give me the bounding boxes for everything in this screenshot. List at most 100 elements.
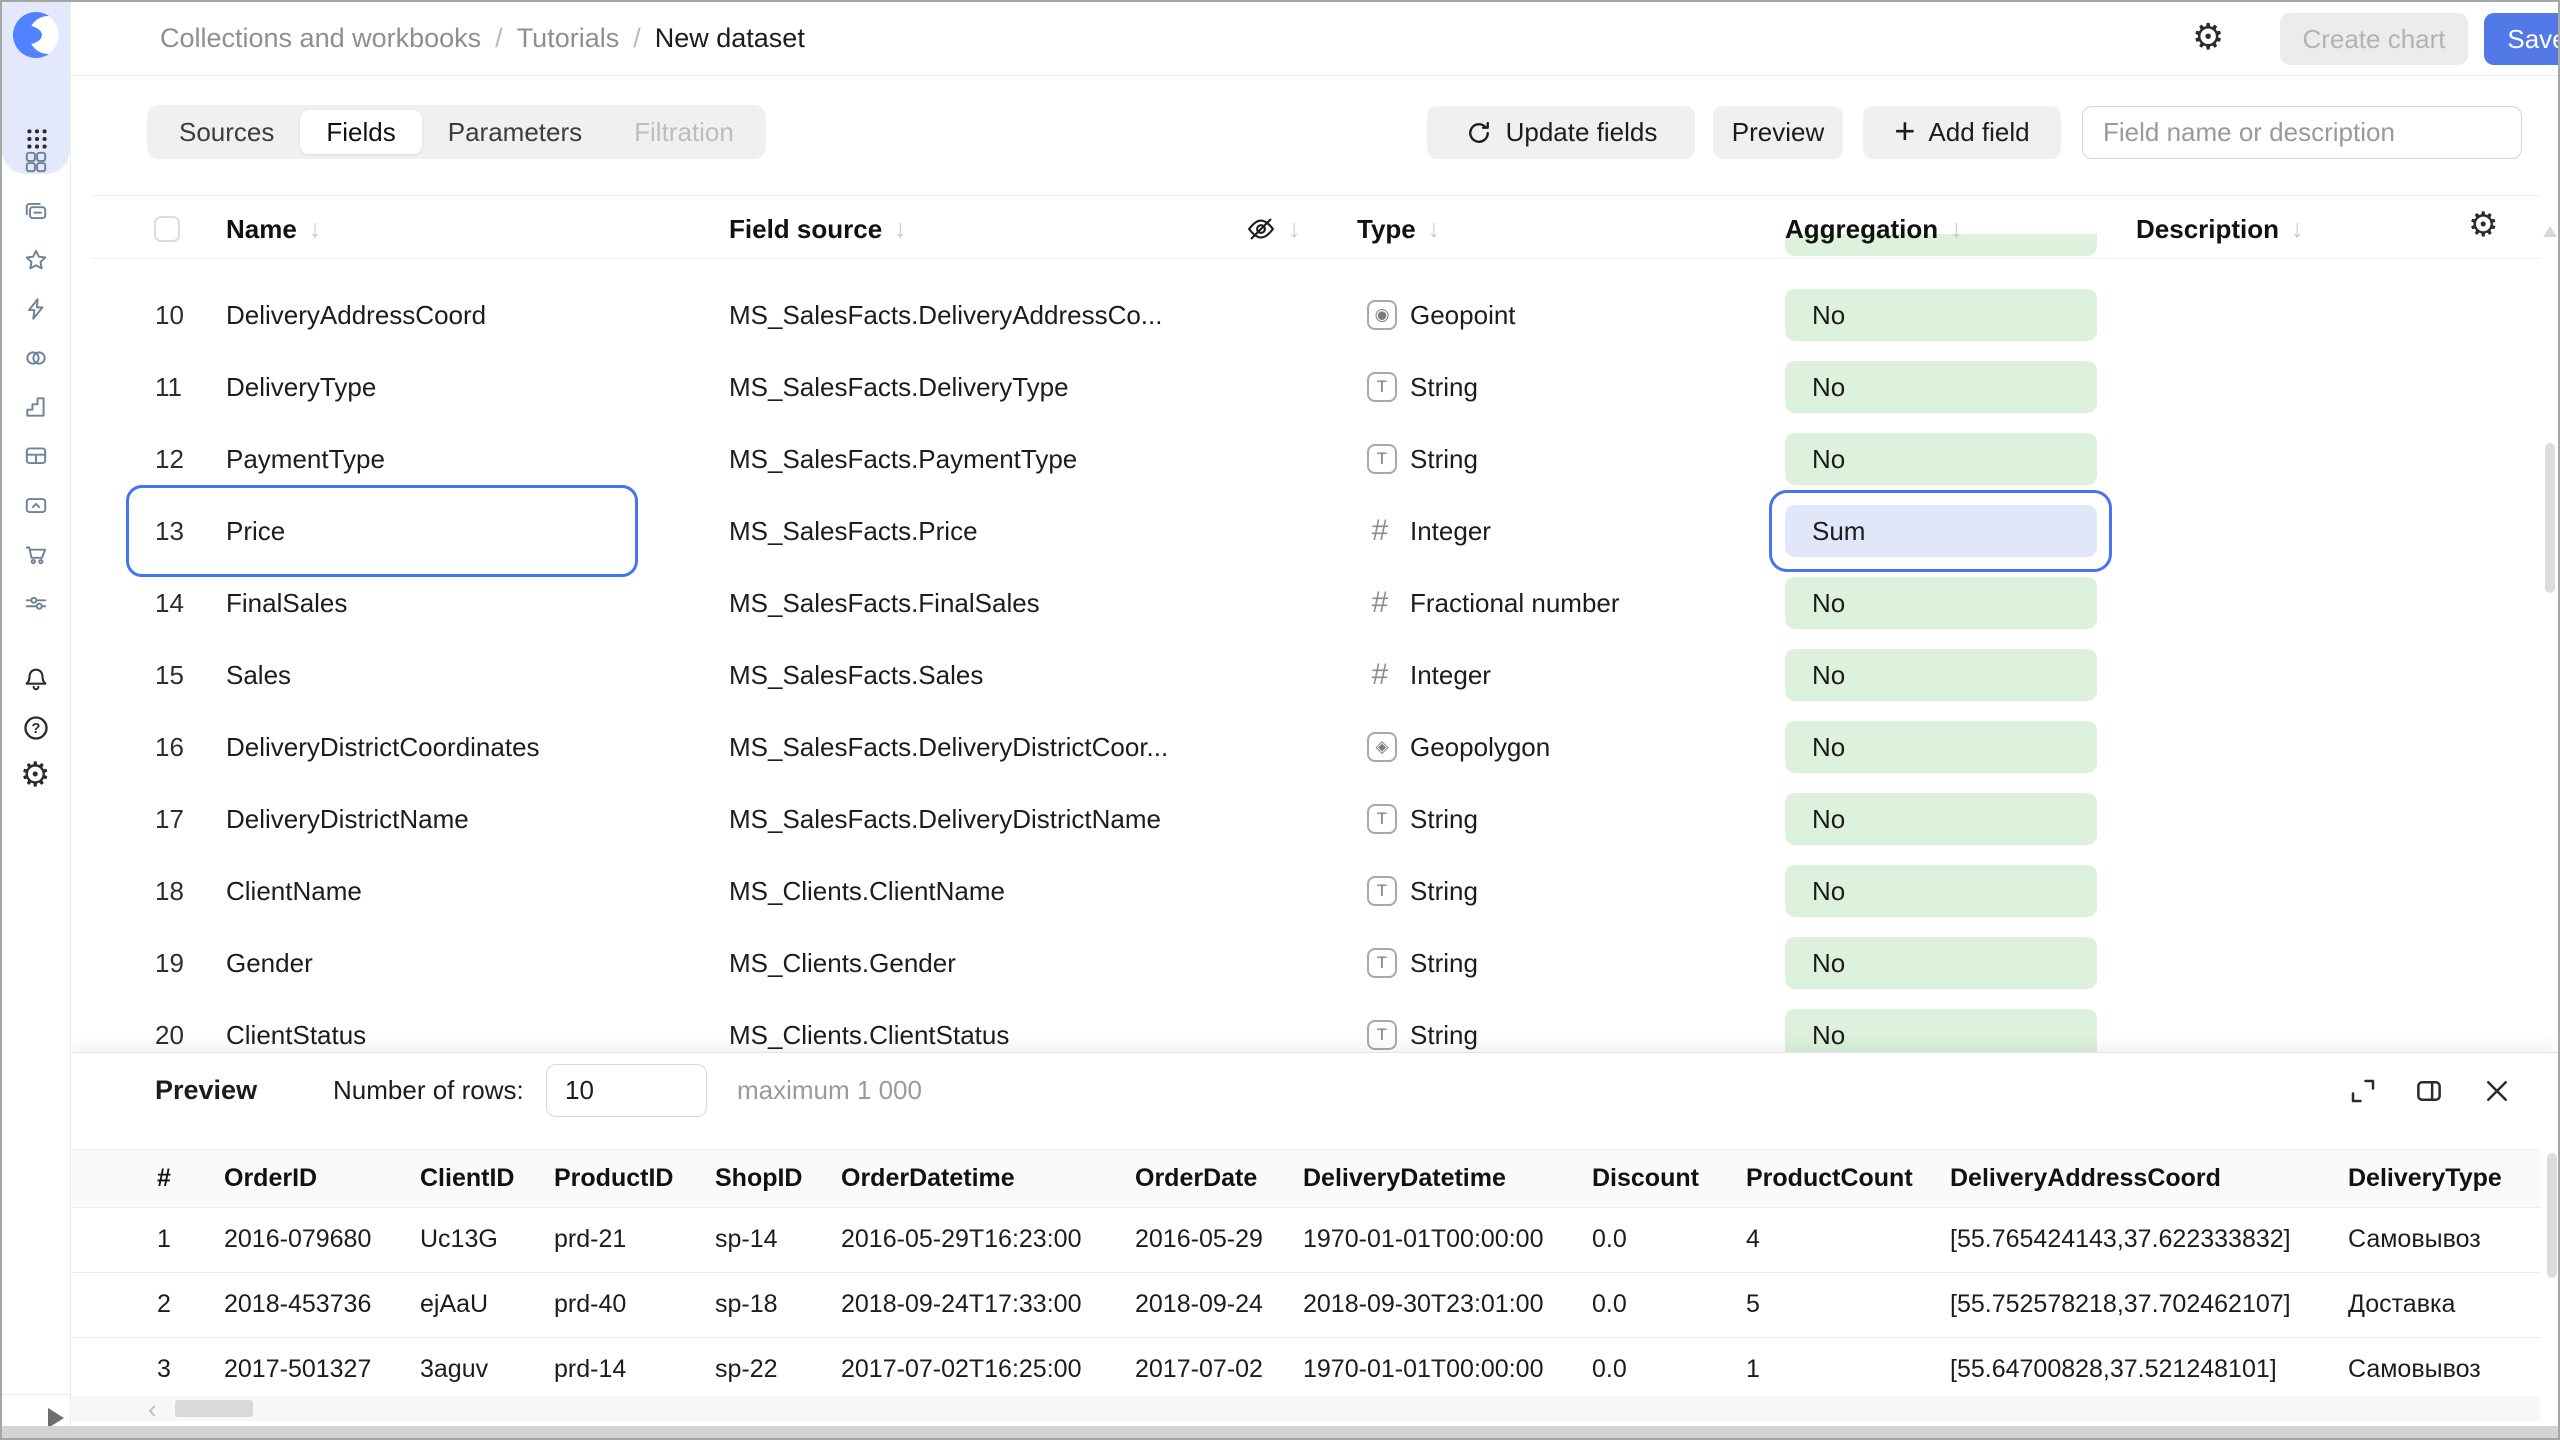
- field-type-label[interactable]: String: [1410, 351, 1478, 423]
- tab-parameters[interactable]: Parameters: [422, 110, 608, 154]
- field-name[interactable]: Gender: [226, 927, 313, 999]
- sort-arrow-icon[interactable]: ↓: [2291, 215, 2304, 244]
- aggregation-pill[interactable]: No: [1785, 865, 2097, 917]
- close-icon[interactable]: [2482, 1076, 2512, 1106]
- field-type-label[interactable]: String: [1410, 855, 1478, 927]
- field-row[interactable]: 14 FinalSales MS_SalesFacts.FinalSales #…: [70, 567, 2540, 639]
- breadcrumb-collections[interactable]: Collections and workbooks: [160, 23, 481, 54]
- play-expand-icon[interactable]: [48, 1408, 64, 1428]
- column-header-field-source[interactable]: Field source ↓: [729, 207, 907, 251]
- field-row[interactable]: 15 Sales MS_SalesFacts.Sales # Integer N…: [70, 639, 2540, 711]
- select-all-checkbox[interactable]: [154, 216, 180, 242]
- aggregation-pill[interactable]: No: [1785, 649, 2097, 701]
- breadcrumb-tutorials[interactable]: Tutorials: [517, 23, 620, 54]
- table-grid-icon[interactable]: [23, 443, 49, 469]
- field-type-icon: ◈: [1367, 732, 1397, 762]
- lightning-icon[interactable]: [23, 296, 49, 322]
- field-type-label[interactable]: String: [1410, 423, 1478, 495]
- table-settings-gear-icon[interactable]: ⚙: [2468, 208, 2498, 242]
- update-fields-label: Update fields: [1506, 117, 1658, 148]
- expand-icon[interactable]: [2348, 1076, 2378, 1106]
- field-row-number: 15: [155, 639, 184, 711]
- column-header-aggregation[interactable]: Aggregation ↓: [1785, 207, 1963, 251]
- preview-vertical-scrollbar-thumb[interactable]: [2547, 1153, 2557, 1278]
- field-row[interactable]: 17 DeliveryDistrictName MS_SalesFacts.De…: [70, 783, 2540, 855]
- field-type-label[interactable]: Geopoint: [1410, 279, 1516, 351]
- aggregation-pill[interactable]: Sum: [1785, 505, 2097, 557]
- column-header-hidden[interactable]: ↓: [1246, 207, 1301, 251]
- scroll-left-arrow-icon[interactable]: ‹: [148, 1394, 157, 1425]
- field-type-label[interactable]: Integer: [1410, 495, 1491, 567]
- field-name[interactable]: DeliveryType: [226, 351, 376, 423]
- tab-fields[interactable]: Fields: [300, 110, 421, 154]
- aggregation-pill[interactable]: No: [1785, 433, 2097, 485]
- field-name[interactable]: FinalSales: [226, 567, 347, 639]
- dataset-settings-gear-icon[interactable]: ⚙: [2192, 19, 2224, 55]
- field-name[interactable]: DeliveryDistrictCoordinates: [226, 711, 540, 783]
- bar-chart-icon[interactable]: [23, 394, 49, 420]
- fields-vertical-scrollbar-thumb[interactable]: [2545, 443, 2555, 593]
- sort-arrow-icon[interactable]: ↓: [1428, 215, 1441, 244]
- sort-arrow-icon[interactable]: ↓: [1950, 215, 1963, 244]
- field-search-input[interactable]: [2082, 106, 2522, 159]
- field-row[interactable]: 18 ClientName MS_Clients.ClientName T St…: [70, 855, 2540, 927]
- folders-icon[interactable]: [23, 198, 49, 224]
- field-row[interactable]: 10 DeliveryAddressCoord MS_SalesFacts.De…: [70, 279, 2540, 351]
- field-source: MS_SalesFacts.DeliveryDistrictName: [729, 783, 1161, 855]
- datalens-dataset-editor: ? ⚙ Collections and workbooks / Tutorial…: [0, 0, 2560, 1440]
- field-row[interactable]: 11 DeliveryType MS_SalesFacts.DeliveryTy…: [70, 351, 2540, 423]
- sliders-icon[interactable]: [23, 590, 49, 616]
- question-help-icon[interactable]: ?: [22, 714, 50, 742]
- window-bottom-scrollbar[interactable]: [2, 1426, 2558, 1438]
- scroll-up-arrow-icon[interactable]: [2543, 226, 2557, 237]
- tiles-icon[interactable]: [23, 149, 49, 175]
- datalens-logo-icon[interactable]: [13, 12, 59, 58]
- bell-icon[interactable]: [22, 665, 50, 693]
- column-header-type[interactable]: Type ↓: [1357, 207, 1440, 251]
- settings-gear-icon[interactable]: ⚙: [20, 758, 50, 792]
- field-row[interactable]: 13 Price MS_SalesFacts.Price # Integer S…: [70, 495, 2540, 567]
- preview-cell: 4: [1746, 1207, 1760, 1272]
- field-name[interactable]: Sales: [226, 639, 291, 711]
- column-header-name[interactable]: Name ↓: [226, 207, 321, 251]
- tab-sources[interactable]: Sources: [153, 110, 300, 154]
- aggregation-pill[interactable]: No: [1785, 937, 2097, 989]
- aggregation-pill[interactable]: No: [1785, 793, 2097, 845]
- field-name[interactable]: ClientName: [226, 855, 362, 927]
- sort-arrow-icon[interactable]: ↓: [1288, 215, 1301, 244]
- split-panel-icon[interactable]: [2414, 1076, 2444, 1106]
- aggregation-pill[interactable]: No: [1785, 361, 2097, 413]
- field-type-label[interactable]: String: [1410, 927, 1478, 999]
- field-row[interactable]: 16 DeliveryDistrictCoordinates MS_SalesF…: [70, 711, 2540, 783]
- cart-icon[interactable]: [23, 541, 49, 567]
- horizontal-scrollbar-thumb[interactable]: [175, 1400, 253, 1417]
- column-header-description[interactable]: Description ↓: [2136, 207, 2304, 251]
- preview-col-orderdatetime: OrderDatetime: [841, 1150, 1015, 1207]
- preview-button[interactable]: Preview: [1713, 106, 1843, 159]
- create-chart-button[interactable]: Create chart: [2280, 13, 2468, 65]
- star-icon[interactable]: [23, 247, 49, 273]
- sidebar-footer-divider: [2, 1394, 70, 1395]
- add-field-button[interactable]: + Add field: [1863, 106, 2061, 159]
- aggregation-pill[interactable]: No: [1785, 577, 2097, 629]
- field-name[interactable]: DeliveryDistrictName: [226, 783, 469, 855]
- sort-arrow-icon[interactable]: ↓: [894, 215, 907, 244]
- column-header-description-label: Description: [2136, 214, 2279, 245]
- update-fields-button[interactable]: Update fields: [1427, 106, 1695, 159]
- field-type-label[interactable]: String: [1410, 783, 1478, 855]
- aggregation-pill[interactable]: No: [1785, 289, 2097, 341]
- field-type-label[interactable]: Geopolygon: [1410, 711, 1550, 783]
- field-row[interactable]: 19 Gender MS_Clients.Gender T String No: [70, 927, 2540, 999]
- field-type-label[interactable]: Integer: [1410, 639, 1491, 711]
- folder-upload-icon[interactable]: [23, 492, 49, 518]
- aggregation-pill[interactable]: No: [1785, 721, 2097, 773]
- field-type-label[interactable]: Fractional number: [1410, 567, 1620, 639]
- preview-cell: 2018-09-24T17:33:00: [841, 1272, 1081, 1337]
- field-name[interactable]: Price: [226, 495, 285, 567]
- circles-icon[interactable]: [23, 345, 49, 371]
- sort-arrow-icon[interactable]: ↓: [309, 215, 322, 244]
- preview-horizontal-scrollbar[interactable]: ‹: [70, 1396, 2540, 1421]
- number-of-rows-input[interactable]: [546, 1064, 707, 1117]
- save-button[interactable]: Save: [2484, 13, 2560, 65]
- field-name[interactable]: DeliveryAddressCoord: [226, 279, 486, 351]
